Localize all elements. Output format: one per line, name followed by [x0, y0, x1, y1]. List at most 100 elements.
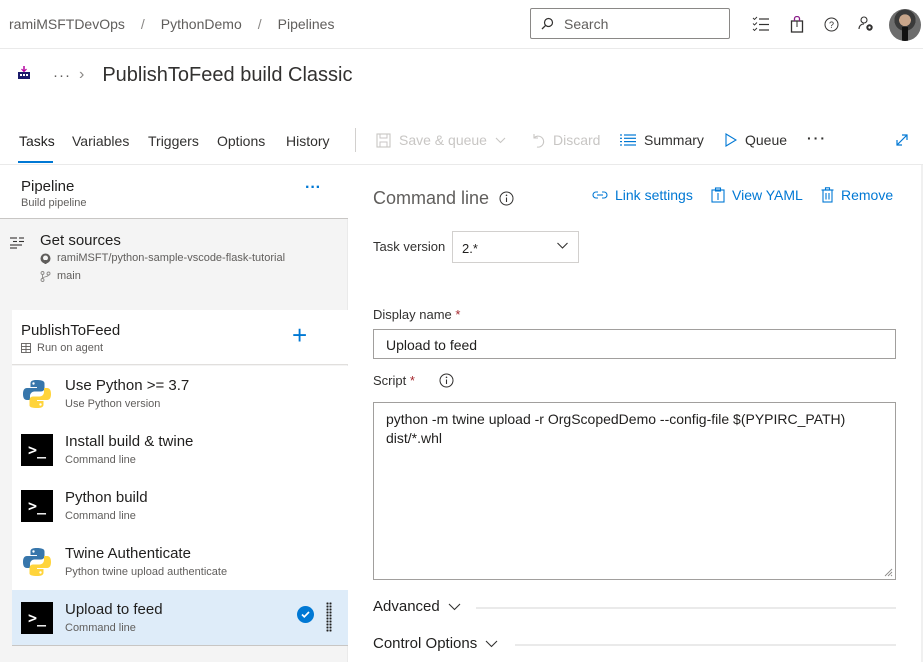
display-name-label: Display name * — [373, 307, 460, 322]
chevron-right-icon: › — [79, 66, 85, 83]
user-settings-icon[interactable] — [856, 14, 876, 34]
breadcrumb-org[interactable]: ramiMSFTDevOps — [9, 16, 125, 32]
summary-button[interactable]: Summary — [620, 132, 704, 148]
task-version-select[interactable]: 2.* — [452, 231, 579, 263]
python-icon — [21, 546, 53, 578]
task-details-header: Command line — [373, 188, 514, 209]
get-sources-title: Get sources — [40, 232, 121, 249]
enabled-check-icon[interactable] — [297, 606, 314, 623]
repo-name: ramiMSFT/python-sample-vscode-flask-tuto… — [57, 252, 286, 264]
drag-handle[interactable] — [326, 602, 332, 632]
server-icon — [21, 343, 31, 353]
breadcrumb-project[interactable]: PythonDemo — [161, 16, 242, 32]
view-yaml-button[interactable]: View YAML — [711, 187, 803, 203]
remove-button[interactable]: Remove — [821, 187, 893, 203]
task-list-icon[interactable] — [751, 14, 771, 34]
search-icon — [541, 17, 554, 30]
task-item[interactable]: >_ Install build & twine Command line — [12, 422, 348, 478]
queue-label: Queue — [745, 132, 788, 148]
tab-tasks[interactable]: Tasks — [19, 133, 55, 149]
discard-button[interactable]: Discard — [531, 132, 600, 148]
pipeline-title: Pipeline — [21, 178, 75, 195]
task-item[interactable]: Use Python >= 3.7 Use Python version — [12, 366, 348, 422]
tab-variables[interactable]: Variables — [72, 133, 129, 149]
link-settings-label: Link settings — [615, 187, 693, 203]
breadcrumb-pipelines[interactable]: Pipelines — [278, 16, 335, 32]
toolbar-divider — [355, 128, 356, 152]
task-item[interactable]: >_ Python build Command line — [12, 478, 348, 534]
info-icon[interactable] — [439, 373, 454, 388]
script-value: python -m twine upload -r OrgScopedDemo … — [386, 411, 846, 446]
task-item[interactable]: Twine Authenticate Python twine upload a… — [12, 534, 348, 590]
save-queue-button[interactable]: Save & queue — [376, 132, 506, 148]
tab-options[interactable]: Options — [217, 133, 265, 149]
repo-row: ramiMSFT/python-sample-vscode-flask-tuto… — [40, 252, 285, 264]
list-icon — [620, 134, 636, 146]
link-settings-button[interactable]: Link settings — [592, 187, 693, 203]
sources-icon — [10, 236, 26, 254]
resize-handle[interactable] — [884, 568, 893, 577]
display-name-input[interactable]: Upload to feed — [373, 329, 896, 359]
expand-icon — [896, 134, 908, 146]
more-actions-label: ··· — [807, 130, 827, 146]
tab-triggers[interactable]: Triggers — [148, 133, 199, 149]
control-options-section-toggle[interactable]: Control Options — [373, 635, 498, 652]
task-item-selected[interactable]: >_ Upload to feed Command line — [12, 590, 348, 646]
avatar[interactable] — [889, 9, 921, 41]
display-name-label-text: Display name — [373, 307, 452, 322]
info-icon[interactable] — [499, 191, 514, 206]
script-textarea[interactable]: python -m twine upload -r OrgScopedDemo … — [373, 402, 896, 580]
tab-toolbar: Tasks Variables Triggers Options History… — [0, 115, 923, 165]
branch-icon — [40, 270, 51, 282]
python-icon — [21, 378, 53, 410]
task-details-panel: Command line Link settings View YAML Rem… — [349, 165, 923, 662]
active-tab-indicator — [18, 161, 53, 163]
agent-job-subtitle-row: Run on agent — [21, 342, 103, 354]
title-row: ··· › PublishToFeed build Classic — [17, 60, 352, 90]
task-title: Upload to feed — [65, 601, 163, 618]
remove-label: Remove — [841, 187, 894, 203]
breadcrumb-overflow-button[interactable]: ··· — [53, 67, 71, 84]
pipeline-header[interactable]: Pipeline Build pipeline ··· — [0, 165, 348, 219]
display-name-value: Upload to feed — [386, 337, 478, 353]
chevron-down-icon — [485, 640, 498, 647]
tab-history[interactable]: History — [286, 133, 330, 149]
agent-job-item[interactable]: PublishToFeed Run on agent + — [12, 310, 348, 365]
marketplace-bag-icon[interactable] — [787, 14, 807, 34]
queue-button[interactable]: Queue — [725, 132, 787, 148]
advanced-section-toggle[interactable]: Advanced — [373, 598, 461, 615]
github-icon — [40, 253, 51, 264]
required-marker: * — [409, 373, 415, 388]
task-version-value: 2.* — [462, 241, 478, 256]
terminal-icon: >_ — [21, 490, 53, 522]
breadcrumb: ramiMSFTDevOps / PythonDemo / Pipelines — [9, 16, 334, 32]
get-sources-item[interactable]: Get sources ramiMSFT/python-sample-vscod… — [0, 220, 348, 310]
agent-job-title: PublishToFeed — [21, 322, 121, 339]
task-type-title: Command line — [373, 188, 490, 208]
help-icon[interactable]: ? — [821, 14, 841, 34]
expand-button[interactable] — [895, 133, 909, 147]
play-icon — [725, 133, 737, 147]
task-title: Python build — [65, 489, 148, 506]
advanced-label: Advanced — [373, 598, 440, 615]
task-subtitle: Use Python version — [65, 398, 161, 410]
section-divider — [476, 607, 896, 609]
task-subtitle: Command line — [65, 454, 136, 466]
search-placeholder: Search — [564, 15, 609, 32]
clipboard-icon — [711, 187, 725, 203]
more-actions-button[interactable]: ··· — [807, 130, 827, 146]
link-icon — [592, 191, 608, 199]
add-task-button[interactable]: + — [292, 322, 307, 348]
search-input[interactable]: Search — [530, 8, 730, 39]
branch-row: main — [40, 270, 81, 282]
terminal-icon: >_ — [21, 602, 53, 634]
save-icon — [376, 132, 391, 148]
pipeline-subtitle: Build pipeline — [21, 197, 87, 209]
section-divider — [515, 644, 896, 646]
discard-label: Discard — [553, 132, 601, 148]
pipeline-more-button[interactable]: ··· — [305, 179, 321, 197]
task-version-label: Task version — [373, 239, 446, 254]
control-options-label: Control Options — [373, 635, 478, 652]
page-title: PublishToFeed build Classic — [102, 63, 353, 86]
pipeline-tasks-panel: Pipeline Build pipeline ··· Get sources … — [0, 165, 348, 662]
